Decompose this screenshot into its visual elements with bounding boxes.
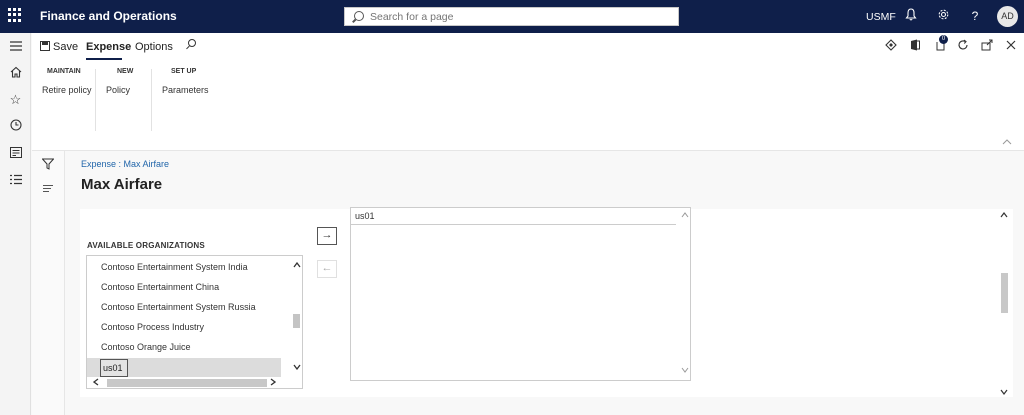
list-vertical-scrollbar[interactable]	[290, 256, 302, 377]
gear-icon[interactable]	[935, 8, 951, 24]
parameters-button[interactable]: Parameters	[162, 85, 209, 95]
list-item[interactable]: Contoso Process Industry	[101, 322, 204, 332]
list-item[interactable]: us01	[351, 208, 676, 225]
office-icon[interactable]	[908, 39, 922, 53]
tab-expense[interactable]: Expense	[86, 41, 132, 60]
side-tools	[32, 151, 65, 415]
list-item[interactable]: Contoso Entertainment System India	[101, 262, 248, 272]
find-icon[interactable]	[186, 39, 198, 51]
selected-organizations-list[interactable]: us01	[350, 207, 691, 381]
organization-assignment-form: AVAILABLE ORGANIZATIONS Contoso Entertai…	[80, 207, 1013, 397]
retire-policy-button[interactable]: Retire policy	[42, 85, 92, 95]
search-box[interactable]	[344, 7, 679, 26]
star-icon[interactable]: ☆	[8, 92, 23, 107]
tab-options[interactable]: Options	[135, 41, 173, 53]
popout-icon[interactable]	[980, 39, 994, 53]
chevron-up-icon[interactable]	[681, 210, 689, 220]
policy-button[interactable]: Policy	[106, 85, 130, 95]
chevron-down-icon[interactable]	[1000, 387, 1008, 397]
refresh-icon[interactable]	[956, 39, 970, 53]
list-item[interactable]: Contoso Entertainment System Russia	[101, 302, 256, 312]
help-icon[interactable]: ?	[967, 8, 983, 24]
list-horizontal-scrollbar[interactable]	[87, 377, 302, 388]
search-icon	[354, 11, 364, 21]
available-organizations-header: AVAILABLE ORGANIZATIONS	[87, 241, 205, 250]
move-left-button[interactable]: ←	[317, 260, 337, 278]
related-info-icon[interactable]	[43, 185, 53, 193]
filter-icon[interactable]	[41, 158, 55, 170]
top-bar: Finance and Operations USMF ? AD	[0, 0, 1024, 33]
list-item[interactable]: Contoso Orange Juice	[101, 342, 191, 352]
left-navigation: ☆	[0, 33, 31, 415]
chevron-right-icon[interactable]	[270, 378, 277, 388]
tab-expense-label: Expense	[86, 41, 132, 53]
chevron-up-icon[interactable]	[293, 260, 301, 270]
hamburger-icon[interactable]	[8, 39, 23, 54]
avatar[interactable]: AD	[997, 6, 1018, 27]
available-organizations-list[interactable]: Contoso Entertainment System India Conto…	[86, 255, 303, 389]
save-button[interactable]: Save	[40, 41, 78, 53]
move-right-button[interactable]: →	[317, 227, 337, 245]
page-title: Max Airfare	[81, 176, 163, 193]
group-divider	[151, 69, 152, 131]
action-pane: Save Expense Options MAINTAIN Retire pol…	[32, 33, 1024, 151]
group-title-setup: SET UP	[171, 68, 197, 75]
group-divider	[95, 69, 96, 131]
diamond-icon[interactable]	[884, 39, 898, 53]
tab-options-label: Options	[135, 41, 173, 53]
list-item-selected[interactable]: us01	[100, 359, 128, 377]
chevron-up-icon[interactable]	[1000, 210, 1008, 220]
tab-selected-indicator	[86, 58, 122, 60]
company-picker[interactable]: USMF	[866, 11, 896, 23]
scrollbar-thumb[interactable]	[1001, 273, 1008, 313]
group-title-maintain: MAINTAIN	[47, 68, 81, 75]
breadcrumb[interactable]: Expense : Max Airfare	[81, 159, 169, 169]
group-title-new: NEW	[117, 68, 134, 75]
list-item[interactable]: Contoso Entertainment China	[101, 282, 219, 292]
save-icon	[40, 41, 50, 51]
clock-icon[interactable]	[8, 119, 23, 134]
scrollbar-thumb[interactable]	[293, 314, 300, 328]
home-icon[interactable]	[8, 66, 23, 81]
content-area: Expense : Max Airfare Max Airfare AVAILA…	[66, 151, 1024, 415]
bell-icon[interactable]	[903, 8, 919, 24]
page-vertical-scrollbar[interactable]	[998, 207, 1010, 399]
waffle-icon[interactable]	[8, 8, 22, 22]
chevron-left-icon[interactable]	[92, 378, 99, 388]
close-icon[interactable]	[1004, 39, 1018, 53]
chevron-up-icon[interactable]	[1002, 137, 1012, 147]
chevron-down-icon[interactable]	[681, 365, 689, 375]
search-input[interactable]	[370, 10, 670, 24]
chevron-down-icon[interactable]	[293, 362, 301, 372]
workspace-icon[interactable]	[8, 146, 23, 161]
save-label: Save	[53, 41, 79, 53]
scrollbar-thumb[interactable]	[107, 379, 267, 387]
list-icon[interactable]	[8, 173, 23, 188]
attachment-count-badge: 0	[939, 35, 948, 44]
app-title[interactable]: Finance and Operations	[40, 9, 177, 23]
